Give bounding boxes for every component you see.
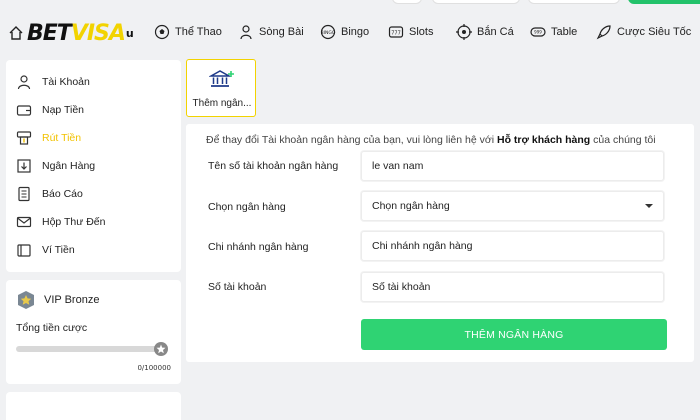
support-notice: Để thay đổi Tài khoản ngân hàng của bạn,… bbox=[206, 134, 656, 146]
sidebar-item-label: Ngân Hàng bbox=[42, 160, 96, 172]
nav-label: Thể Thao bbox=[175, 26, 222, 38]
nav-label: Cược Siêu Tốc bbox=[617, 26, 692, 38]
sidebar-item-wallet[interactable]: Ví Tiền bbox=[16, 240, 75, 260]
nav-label: Slots bbox=[409, 26, 434, 38]
total-bet-label: Tổng tiền cược bbox=[16, 322, 88, 334]
bank-form-panel: Để thay đổi Tài khoản ngân hàng của bạn,… bbox=[186, 124, 694, 362]
nav-item-quick-bet[interactable]: Cược Siêu Tốc bbox=[596, 22, 691, 42]
target-icon bbox=[456, 24, 472, 40]
user-icon bbox=[17, 75, 31, 90]
svg-text:BINGO: BINGO bbox=[321, 30, 336, 36]
slot-machine-icon: 777 bbox=[388, 26, 404, 38]
wallet-icon bbox=[16, 105, 32, 116]
rocket-icon bbox=[596, 25, 611, 40]
sidebar-item-label: Ví Tiền bbox=[42, 244, 75, 256]
sidebar-item-account[interactable]: Tài Khoản bbox=[16, 72, 90, 92]
add-bank-button[interactable]: THÊM NGÂN HÀNG bbox=[361, 319, 667, 350]
sidebar-item-report[interactable]: Báo Cáo bbox=[16, 184, 83, 204]
nav-label: Table bbox=[551, 26, 578, 38]
bank-select[interactable]: Chọn ngân hàng bbox=[361, 191, 664, 221]
sidebar-item-withdraw[interactable]: Rút Tiền bbox=[16, 128, 81, 148]
bank-add-icon bbox=[209, 70, 234, 87]
account-number-placeholder: Số tài khoản bbox=[372, 281, 431, 293]
top-navigation-bar: BET VISA u Thể Thao Sòng Bài BINGO Bingo … bbox=[0, 0, 700, 48]
brand-name-b: VISA bbox=[70, 20, 126, 46]
mail-icon bbox=[16, 216, 32, 228]
table-game-icon: 999 bbox=[530, 27, 546, 37]
vip-level-label: VIP Bronze bbox=[44, 294, 100, 306]
sidebar-item-label: Tài Khoản bbox=[42, 76, 90, 88]
branch-label: Chi nhánh ngân hàng bbox=[208, 241, 309, 253]
sidebar-item-label: Nạp Tiền bbox=[42, 104, 85, 116]
nav-item-slots[interactable]: 777 Slots bbox=[388, 22, 433, 42]
support-link[interactable]: Hỗ trợ khách hàng bbox=[497, 134, 590, 146]
account-name-value: le van nam bbox=[372, 160, 424, 172]
nav-label: Sòng Bài bbox=[259, 26, 304, 38]
nav-label: Bắn Cá bbox=[477, 26, 514, 38]
brand-name-a: BET bbox=[27, 20, 72, 46]
soccer-ball-icon bbox=[154, 24, 170, 40]
brand-logo[interactable]: BET VISA u bbox=[8, 18, 134, 48]
vip-card: VIP Bronze Tổng tiền cược 0/100000 bbox=[6, 280, 181, 384]
purse-icon bbox=[17, 244, 31, 257]
branch-placeholder: Chi nhánh ngân hàng bbox=[372, 240, 473, 252]
home-icon bbox=[9, 26, 23, 40]
withdraw-icon bbox=[16, 131, 32, 145]
header-action-button[interactable] bbox=[628, 0, 700, 4]
vip-progress-bar bbox=[16, 346, 164, 352]
nav-item-casino[interactable]: Sòng Bài bbox=[238, 22, 304, 42]
extra-card bbox=[6, 392, 181, 420]
nav-item-sports[interactable]: Thể Thao bbox=[154, 22, 222, 42]
bingo-icon: BINGO bbox=[321, 24, 336, 40]
vip-progress-text: 0/100000 bbox=[137, 364, 171, 372]
nav-label: Bingo bbox=[341, 26, 370, 38]
brand-tail: u bbox=[125, 26, 134, 40]
vip-next-level-icon bbox=[154, 342, 168, 356]
header-control[interactable] bbox=[432, 0, 520, 4]
account-number-field[interactable]: Số tài khoản bbox=[361, 272, 664, 302]
account-number-label: Số tài khoản bbox=[208, 281, 267, 293]
sidebar-item-label: Báo Cáo bbox=[42, 188, 83, 200]
nav-item-bingo[interactable]: BINGO Bingo bbox=[320, 22, 369, 42]
notice-text: Để thay đổi Tài khoản ngân hàng của bạn,… bbox=[206, 134, 497, 146]
bank-select-value: Chọn ngân hàng bbox=[372, 200, 450, 212]
sidebar-item-inbox[interactable]: Hộp Thư Đến bbox=[16, 212, 105, 232]
report-icon bbox=[18, 186, 30, 202]
add-bank-tile[interactable]: Thêm ngân... bbox=[186, 59, 256, 117]
bank-select-label: Chọn ngân hàng bbox=[208, 201, 286, 213]
nav-item-fishing[interactable]: Bắn Cá bbox=[456, 22, 514, 42]
nav-item-table[interactable]: 999 Table bbox=[530, 22, 577, 42]
account-menu: Tài Khoản Nạp Tiền Rút Tiền Ngân Hàng Bá… bbox=[6, 60, 181, 272]
notice-text: của chúng tôi bbox=[590, 134, 656, 146]
sidebar-item-deposit[interactable]: Nạp Tiền bbox=[16, 100, 84, 120]
add-bank-label: Thêm ngân... bbox=[192, 98, 252, 109]
vip-badge-icon bbox=[18, 291, 34, 309]
vip-level: VIP Bronze bbox=[16, 290, 99, 310]
sidebar-item-bank[interactable]: Ngân Hàng bbox=[16, 156, 95, 176]
branch-field[interactable]: Chi nhánh ngân hàng bbox=[361, 231, 664, 261]
svg-text:777: 777 bbox=[391, 31, 401, 37]
svg-text:999: 999 bbox=[534, 30, 542, 35]
account-name-field[interactable]: le van nam bbox=[361, 151, 664, 181]
header-control[interactable] bbox=[392, 0, 422, 4]
bank-icon bbox=[17, 159, 31, 173]
dealer-icon bbox=[240, 25, 252, 40]
header-control[interactable] bbox=[528, 0, 620, 4]
account-name-label: Tên số tài khoản ngân hàng bbox=[208, 160, 339, 172]
sidebar-item-label: Hộp Thư Đến bbox=[42, 216, 106, 228]
chevron-down-icon bbox=[645, 204, 653, 208]
sidebar-item-label: Rút Tiền bbox=[42, 132, 82, 144]
